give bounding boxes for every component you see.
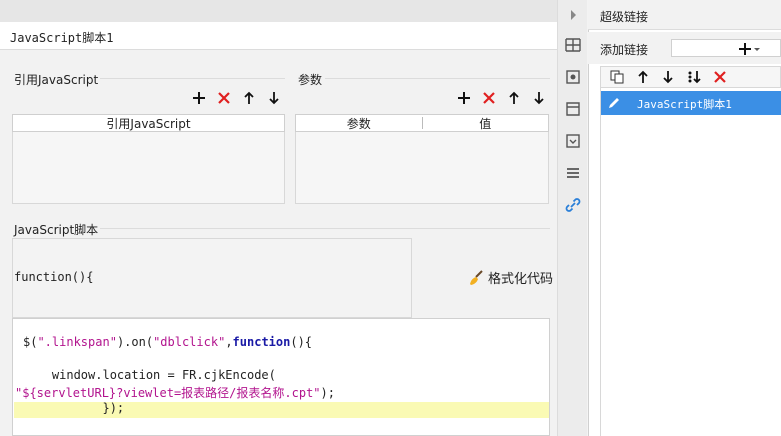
link-list [600, 88, 781, 436]
delete-link-button[interactable] [711, 68, 729, 86]
delete-param-button[interactable] [480, 89, 498, 107]
cell-attribute-icon[interactable] [564, 36, 582, 54]
column-header[interactable]: 参数 [296, 115, 422, 132]
link-list-item-label: JavaScript脚本1 [637, 98, 732, 111]
params-section-title: 参数 [298, 73, 323, 87]
arrow-down-icon [663, 71, 673, 84]
script-section-title: JavaScript脚本 [14, 223, 99, 237]
copy-icon [610, 70, 624, 84]
arrow-down-icon [269, 92, 279, 105]
ref-js-section-title: 引用JavaScript [14, 73, 99, 87]
move-down-param-button[interactable] [530, 89, 548, 107]
delete-ref-button[interactable] [215, 89, 233, 107]
arrow-up-icon [509, 91, 519, 104]
add-link-label: 添加链接 [600, 43, 649, 57]
list-icon[interactable] [564, 164, 582, 182]
ref-table-body[interactable] [12, 132, 285, 204]
move-up-param-button[interactable] [505, 89, 523, 107]
format-code-label: 格式化代码 [488, 272, 554, 287]
plus-icon [193, 92, 205, 104]
ref-table-header: 引用JavaScript [12, 114, 285, 132]
top-strip [0, 0, 565, 22]
link-list-toolbar [600, 66, 781, 88]
add-ref-button[interactable] [190, 89, 208, 107]
side-icon-column [557, 0, 587, 436]
arrow-up-icon [244, 91, 254, 104]
format-code-button[interactable]: 格式化代码 [468, 268, 553, 287]
widget-icon[interactable] [564, 68, 582, 86]
add-link-dropdown[interactable] [671, 39, 781, 57]
section-divider [325, 78, 550, 79]
condition-icon[interactable] [564, 100, 582, 118]
link-icon[interactable] [564, 196, 582, 214]
section-divider [100, 228, 550, 229]
code-line: $(".linkspan").on("dblclick",function(){ [23, 335, 313, 349]
column-header[interactable]: 值 [423, 115, 549, 132]
code-line: "${servletURL}?viewlet=报表路径/报表名称.cpt"); [15, 386, 335, 400]
add-param-button[interactable] [455, 89, 473, 107]
column-header[interactable]: 引用JavaScript [13, 115, 284, 132]
sort-link-button[interactable] [685, 68, 703, 86]
broom-icon [470, 269, 483, 285]
params-table-body[interactable] [295, 132, 549, 204]
hyperlink-panel-title: 超级链接 [600, 10, 649, 24]
move-down-ref-button[interactable] [265, 89, 283, 107]
x-icon [483, 92, 495, 104]
code-editor[interactable]: $(".linkspan").on("dblclick",function(){… [12, 318, 550, 436]
arrow-up-icon [638, 70, 648, 83]
move-down-link-button[interactable] [659, 68, 677, 86]
pencil-icon [609, 98, 619, 108]
link-list-item[interactable]: JavaScript脚本1 [601, 91, 781, 115]
move-up-ref-button[interactable] [240, 89, 258, 107]
collapse-arrow-icon[interactable] [564, 6, 582, 24]
section-divider [100, 78, 285, 79]
function-header: function(){ [14, 270, 94, 284]
x-icon [714, 71, 726, 83]
tab-title[interactable]: JavaScript脚本1 [10, 29, 113, 46]
params-table-header: 参数 值 [295, 114, 549, 132]
code-line: window.location = FR.cjkEncode( [23, 368, 276, 382]
plus-dropdown-icon [739, 43, 760, 55]
plus-icon [458, 92, 470, 104]
sort-icon [688, 71, 701, 84]
copy-link-button[interactable] [608, 68, 626, 86]
move-up-link-button[interactable] [634, 68, 652, 86]
code-line: }); [23, 401, 125, 415]
dropdown-icon[interactable] [564, 132, 582, 150]
arrow-down-icon [534, 92, 544, 105]
x-icon [218, 92, 230, 104]
